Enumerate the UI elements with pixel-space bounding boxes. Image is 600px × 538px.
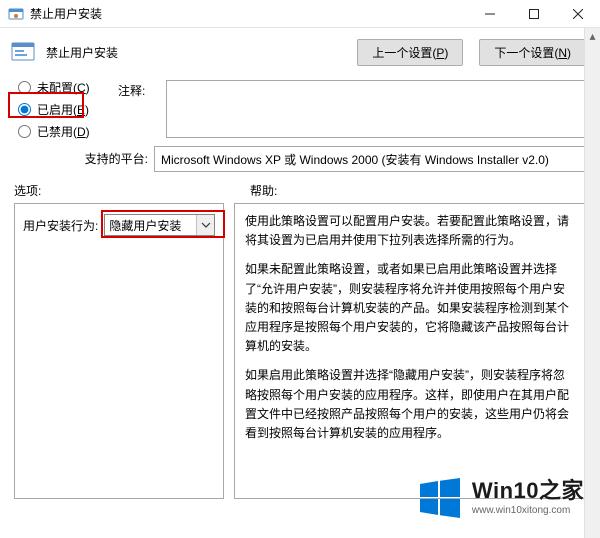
behavior-label: 用户安装行为: [23, 217, 98, 234]
options-header: 选项: [14, 182, 250, 199]
window-title: 禁止用户安装 [30, 5, 468, 22]
help-header: 帮助: [250, 182, 586, 199]
platform-row: 支持的平台: Microsoft Windows XP 或 Windows 20… [0, 146, 600, 172]
policy-icon [10, 41, 36, 63]
maximize-button[interactable] [512, 0, 556, 28]
help-paragraph-2: 如果未配置此策略设置，或者如果已启用此策略设置并选择了“允许用户安装”，则安装程… [245, 260, 575, 356]
help-paragraph-1: 使用此策略设置可以配置用户安装。若要配置此策略设置，请将其设置为已启用并使用下拉… [245, 212, 575, 250]
app-icon [8, 6, 24, 22]
titlebar: 禁止用户安装 [0, 0, 600, 28]
options-pane: 用户安装行为: 隐藏用户安装 [14, 203, 224, 499]
options-help-headers: 选项: 帮助: [0, 172, 600, 203]
radio-disabled-input[interactable] [18, 125, 31, 138]
next-setting-button[interactable]: 下一个设置(N) [479, 39, 586, 66]
minimize-button[interactable] [468, 0, 512, 28]
platform-box: Microsoft Windows XP 或 Windows 2000 (安装有… [154, 146, 586, 172]
radio-enabled[interactable]: 已启用(E) [18, 98, 586, 120]
scroll-up-icon[interactable]: ▴ [585, 28, 600, 44]
help-pane: 使用此策略设置可以配置用户安装。若要配置此策略设置，请将其设置为已启用并使用下拉… [234, 203, 586, 499]
close-button[interactable] [556, 0, 600, 28]
state-block: 未配置(C) 已启用(E) 已禁用(D) [0, 72, 600, 142]
platform-label: 支持的平台: [82, 146, 154, 167]
behavior-field: 用户安装行为: 隐藏用户安装 [23, 214, 215, 236]
watermark-brand: Win10之家 [472, 480, 584, 502]
windows-logo-icon [418, 476, 462, 520]
watermark: Win10之家 www.win10xitong.com [418, 476, 584, 520]
radio-not-configured[interactable]: 未配置(C) [18, 76, 586, 98]
watermark-url: www.win10xitong.com [472, 506, 584, 516]
prev-setting-button[interactable]: 上一个设置(P) [357, 39, 463, 66]
radio-disabled[interactable]: 已禁用(D) [18, 120, 586, 142]
annotation-select-highlight [101, 210, 225, 238]
panes: 用户安装行为: 隐藏用户安装 使用此策略设置可以配置用户安装。若要配置此策略设置… [0, 203, 600, 499]
policy-title: 禁止用户安装 [44, 44, 349, 61]
watermark-text: Win10之家 www.win10xitong.com [472, 480, 584, 516]
radio-disabled-label: 已禁用(D) [37, 123, 90, 140]
help-paragraph-3: 如果启用此策略设置并选择“隐藏用户安装”，则安装程序将忽略按照每个用户安装的应用… [245, 366, 575, 443]
policy-header: 禁止用户安装 上一个设置(P) 下一个设置(N) [0, 28, 600, 72]
annotation-enabled-highlight [8, 92, 84, 118]
